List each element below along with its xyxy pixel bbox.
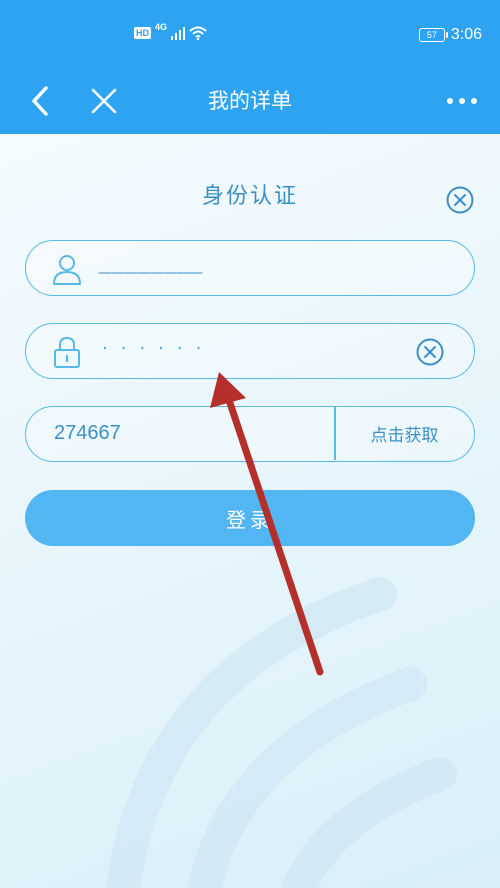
get-code-button[interactable]: 点击获取 <box>336 407 473 460</box>
clock: 3:06 <box>450 26 482 43</box>
password-field[interactable]: ······ <box>25 323 475 379</box>
auth-dialog: 身份认证 ———————— ······ 274667 点击获取 登录 <box>0 134 500 888</box>
signal-strength-icon <box>171 26 186 40</box>
status-bar: HD 4G 57 3:06 <box>0 0 500 68</box>
battery-icon: 57 <box>418 28 448 42</box>
user-icon <box>53 255 81 285</box>
password-value: ······ <box>102 338 215 359</box>
navigation-bar: 我的详单 <box>0 68 500 134</box>
more-dots-icon <box>447 98 477 104</box>
username-field[interactable]: ———————— <box>25 240 475 296</box>
dialog-close-icon[interactable] <box>445 185 475 215</box>
battery-level: 57 <box>426 30 437 40</box>
more-button[interactable] <box>440 81 484 121</box>
brand-watermark-icon <box>105 577 457 888</box>
login-button[interactable]: 登录 <box>25 490 475 546</box>
hd-badge: HD <box>134 27 151 39</box>
lock-icon <box>54 336 80 368</box>
signal-indicators: HD 4G <box>134 22 207 40</box>
verification-code-field[interactable]: 274667 点击获取 <box>25 406 475 462</box>
username-value: ———————— <box>98 265 203 281</box>
verification-code-value: 274667 <box>54 422 121 444</box>
status-right: 57 3:06 <box>418 26 482 44</box>
network-type-label: 4G <box>155 22 168 32</box>
dialog-title: 身份认证 <box>201 184 298 209</box>
wifi-icon <box>189 26 207 40</box>
page-title: 我的详单 <box>208 89 292 113</box>
clear-circle-icon[interactable] <box>415 337 445 367</box>
